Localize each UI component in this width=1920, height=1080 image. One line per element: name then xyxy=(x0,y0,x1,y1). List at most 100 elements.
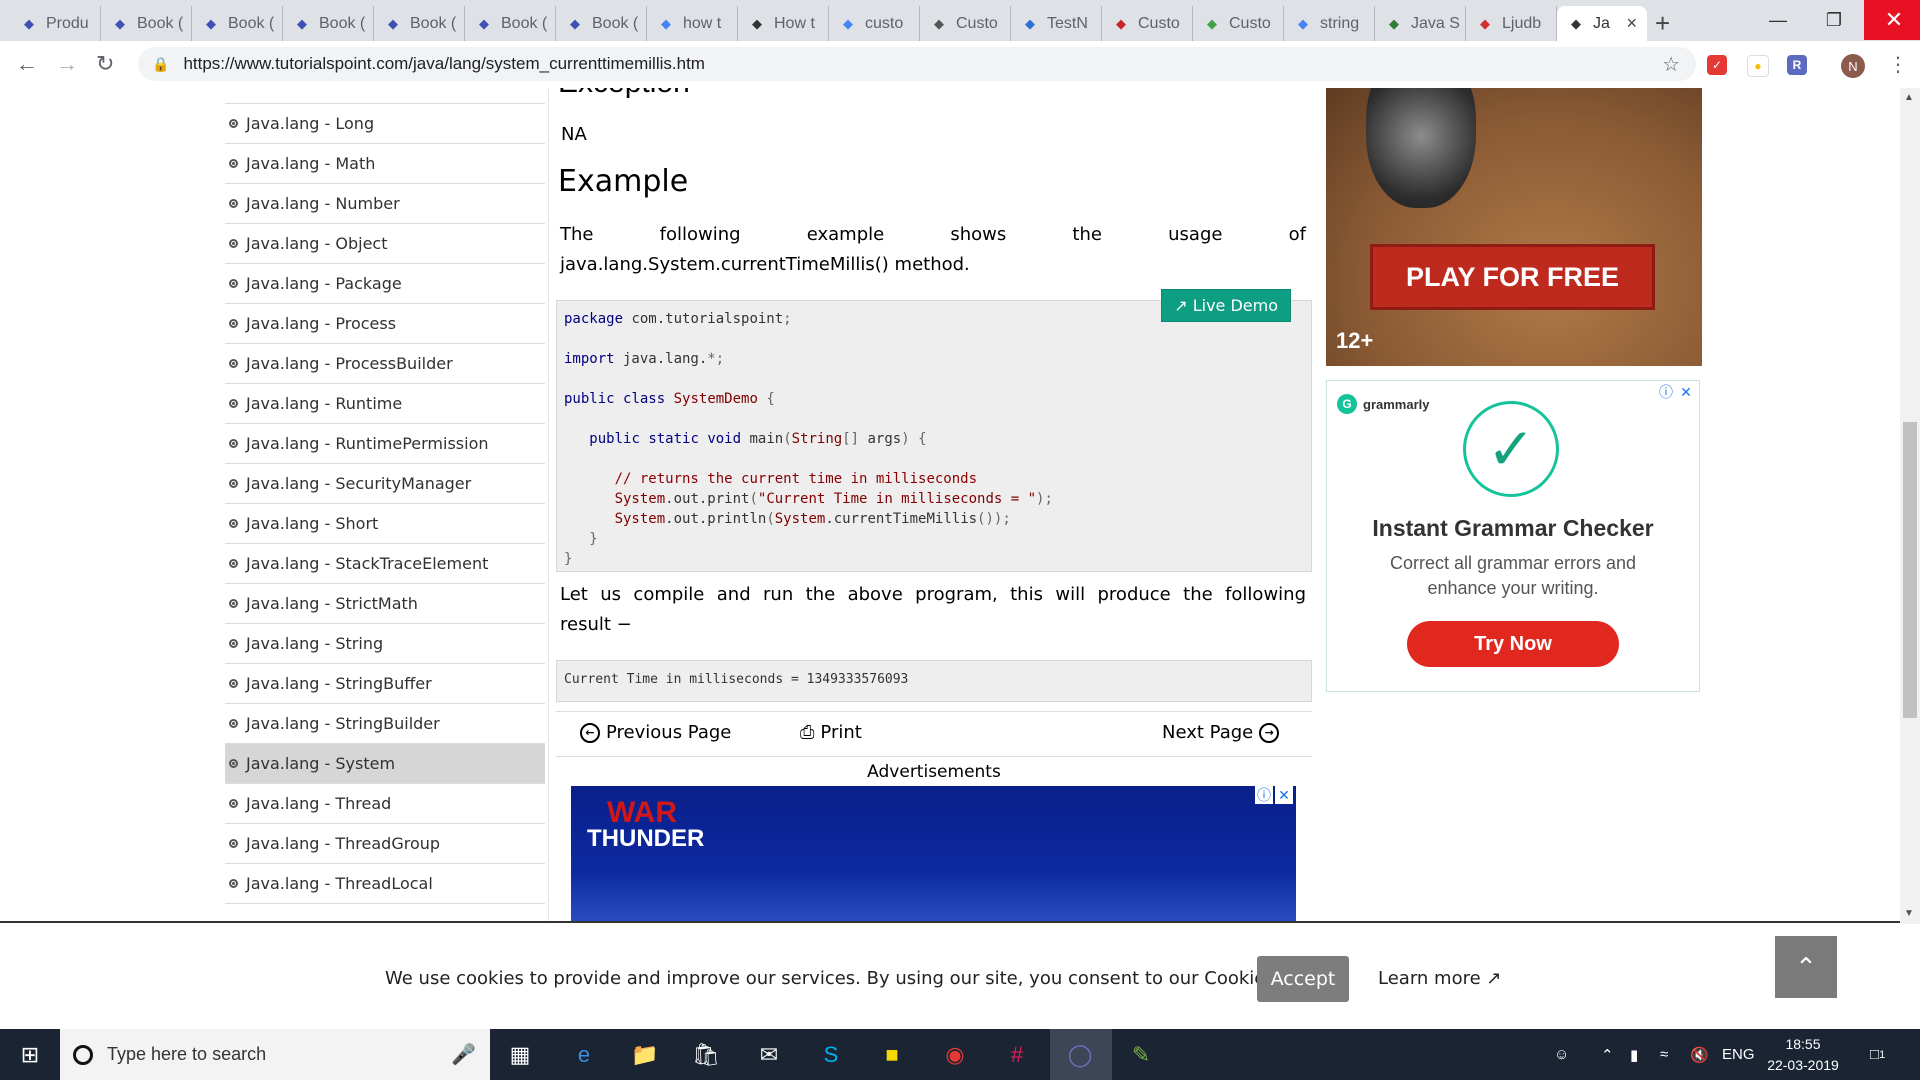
browser-tab[interactable]: ◆ how t xyxy=(647,6,738,41)
sidebar-item[interactable]: Java.lang - StackTraceElement xyxy=(225,544,545,584)
sidebar-item[interactable]: Java.lang - Package xyxy=(225,264,545,304)
notifications-icon[interactable]: □ 1 xyxy=(1870,1029,1885,1080)
browser-tab[interactable]: ◆ Custo xyxy=(1102,6,1193,41)
sidebar-item[interactable]: Java.lang - Short xyxy=(225,504,545,544)
scroll-thumb[interactable] xyxy=(1903,422,1917,718)
slack-icon[interactable]: # xyxy=(997,1035,1037,1075)
browser-tab[interactable]: ◆ custo xyxy=(829,6,920,41)
reload-icon[interactable]: ↻ xyxy=(96,51,114,77)
print-link[interactable]: ⎙ Print xyxy=(800,722,862,743)
sidebar-item[interactable]: Java.lang - SecurityManager xyxy=(225,464,545,504)
browser-tab[interactable]: ◆ Java S xyxy=(1375,6,1466,41)
play-for-free-button[interactable]: PLAY FOR FREE xyxy=(1370,244,1655,310)
taskbar-clock[interactable]: 18:55 22-03-2019 xyxy=(1766,1034,1840,1076)
file-explorer-icon[interactable]: 📁 xyxy=(625,1035,665,1075)
browser-tab[interactable]: ◆ Custo xyxy=(1193,6,1284,41)
sidebar-item[interactable]: Java.lang - ThreadGroup xyxy=(225,824,545,864)
edge-icon[interactable]: e xyxy=(564,1035,604,1075)
ad-info-icon[interactable]: ⓘ xyxy=(1657,383,1675,401)
task-view-icon[interactable]: ▦ xyxy=(500,1035,540,1075)
word: the xyxy=(1072,224,1102,245)
browser-tab[interactable]: ◆ Book ( xyxy=(192,6,283,41)
next-page-link[interactable]: Next Page → xyxy=(1162,722,1285,743)
volume-muted-icon[interactable]: 🔇 xyxy=(1690,1029,1709,1080)
browser-tab[interactable]: ◆ Book ( xyxy=(556,6,647,41)
taskbar-search[interactable]: Type here to search 🎤 xyxy=(60,1029,490,1080)
sidebar-item[interactable]: Java.lang - Long xyxy=(225,104,545,144)
new-tab-button[interactable]: + xyxy=(1655,8,1670,39)
browser-tab[interactable]: ◆ Ljudb xyxy=(1466,6,1557,41)
sidebar-item[interactable]: Java.lang - Thread xyxy=(225,784,545,824)
browser-tab[interactable]: ◆ Book ( xyxy=(465,6,556,41)
sidebar-item[interactable]: Java.lang - Number xyxy=(225,184,545,224)
sidebar-item[interactable]: Java.lang - System xyxy=(225,744,545,784)
restore-button[interactable]: ❐ xyxy=(1804,0,1864,40)
microphone-icon[interactable]: 🎤 xyxy=(451,1042,476,1067)
scroll-to-top-button[interactable]: ⌃ xyxy=(1775,936,1837,998)
window-close-button[interactable]: ✕ xyxy=(1864,0,1920,40)
address-bar[interactable]: 🔒 https://www.tutorialspoint.com/java/la… xyxy=(138,47,1696,81)
ad-close-icon[interactable]: ✕ xyxy=(1275,786,1293,804)
sidebar-item[interactable]: Java.lang - RuntimePermission xyxy=(225,424,545,464)
bookmark-star-icon[interactable]: ☆ xyxy=(1662,52,1680,77)
browser-tab[interactable]: ◆ Custo xyxy=(920,6,1011,41)
skype-icon[interactable]: S xyxy=(811,1035,851,1075)
browser-tab[interactable]: ◆ Ja × xyxy=(1557,6,1647,41)
learn-more-link[interactable]: Learn more ↗ xyxy=(1378,968,1501,989)
grammarly-ad[interactable]: G grammarly ⓘ ✕ ✓ Instant Grammar Checke… xyxy=(1326,380,1700,692)
war-thunder-ad[interactable]: WAR THUNDER ⓘ ✕ xyxy=(571,786,1296,924)
windows-start-icon[interactable]: ⊞ xyxy=(0,1029,60,1080)
browser-tab[interactable]: ◆ TestN xyxy=(1011,6,1102,41)
sidebar-item[interactable]: Java.lang - ProcessBuilder xyxy=(225,344,545,384)
chrome-icon[interactable]: ◉ xyxy=(935,1035,975,1075)
browser-tab[interactable]: ◆ Produ xyxy=(10,6,101,41)
ad-close-icon[interactable]: ✕ xyxy=(1677,383,1695,401)
sticky-notes-icon[interactable]: ■ xyxy=(872,1035,912,1075)
sidebar-item[interactable]: Java.lang - Runtime xyxy=(225,384,545,424)
accept-cookies-button[interactable]: Accept xyxy=(1257,956,1349,1002)
chevron-up-icon[interactable]: ⌃ xyxy=(1601,1029,1614,1080)
sidebar-item[interactable]: Java.lang - StringBuilder xyxy=(225,704,545,744)
store-icon[interactable]: 🛍 xyxy=(686,1035,726,1075)
people-icon[interactable]: ☺ xyxy=(1554,1029,1569,1080)
notepad-icon[interactable]: ✎ xyxy=(1121,1035,1161,1075)
browser-tab[interactable]: ◆ Book ( xyxy=(374,6,465,41)
page-scrollbar[interactable]: ▲ ▼ xyxy=(1900,88,1920,924)
forward-icon[interactable]: → xyxy=(56,51,78,77)
browser-tab[interactable]: ◆ Book ( xyxy=(101,6,192,41)
profile-avatar[interactable]: N xyxy=(1841,54,1865,78)
sidebar-item[interactable]: Java.lang - Process xyxy=(225,304,545,344)
wifi-icon[interactable]: ≈ xyxy=(1660,1029,1668,1080)
game-ad[interactable]: PLAY FOR FREE 12+ xyxy=(1326,88,1702,366)
result-intro: Let us compile and run the above program, this wi… xyxy=(560,580,1306,640)
sidebar-item[interactable]: Java.lang - Object xyxy=(225,224,545,264)
browser-menu-icon[interactable]: ⋮ xyxy=(1888,52,1908,77)
ad-info-icon[interactable]: ⓘ xyxy=(1255,786,1273,804)
battery-icon[interactable]: ▮ xyxy=(1630,1029,1638,1080)
sidebar-item[interactable]: Java.lang - StringBuffer xyxy=(225,664,545,704)
bullet-icon xyxy=(229,399,238,408)
sidebar-item[interactable]: Java.lang - ThreadLocal xyxy=(225,864,545,904)
minimize-button[interactable]: — xyxy=(1748,0,1808,40)
mail-icon[interactable]: ✉ xyxy=(749,1035,789,1075)
sidebar-item[interactable]: Java.lang - StrictMath xyxy=(225,584,545,624)
language-indicator[interactable]: ENG xyxy=(1722,1029,1755,1080)
browser-tab[interactable]: ◆ string xyxy=(1284,6,1375,41)
live-demo-button[interactable]: ↗ Live Demo xyxy=(1161,289,1291,322)
extension-r-icon[interactable]: R xyxy=(1787,55,1807,75)
scroll-down-icon[interactable]: ▼ xyxy=(1904,908,1914,919)
browser-tab[interactable]: ◆ Book ( xyxy=(283,6,374,41)
previous-page-link[interactable]: ← Previous Page xyxy=(574,722,731,743)
browser-tab-label: TestN xyxy=(1047,14,1088,32)
sidebar-item[interactable]: Java.lang - Math xyxy=(225,144,545,184)
scroll-up-icon[interactable]: ▲ xyxy=(1904,92,1914,103)
try-now-button[interactable]: Try Now xyxy=(1407,621,1619,667)
pocket-icon[interactable]: ✓ xyxy=(1707,55,1727,75)
sidebar-item[interactable]: Java.lang - String xyxy=(225,624,545,664)
back-icon[interactable]: ← xyxy=(16,51,38,77)
browser-tab-label: string xyxy=(1320,14,1360,32)
browser-tab[interactable]: ◆ How t xyxy=(738,6,829,41)
extension-icon[interactable]: ● xyxy=(1747,55,1769,77)
eclipse-icon[interactable]: ◯ xyxy=(1060,1035,1100,1075)
tab-close-icon[interactable]: × xyxy=(1626,13,1637,34)
